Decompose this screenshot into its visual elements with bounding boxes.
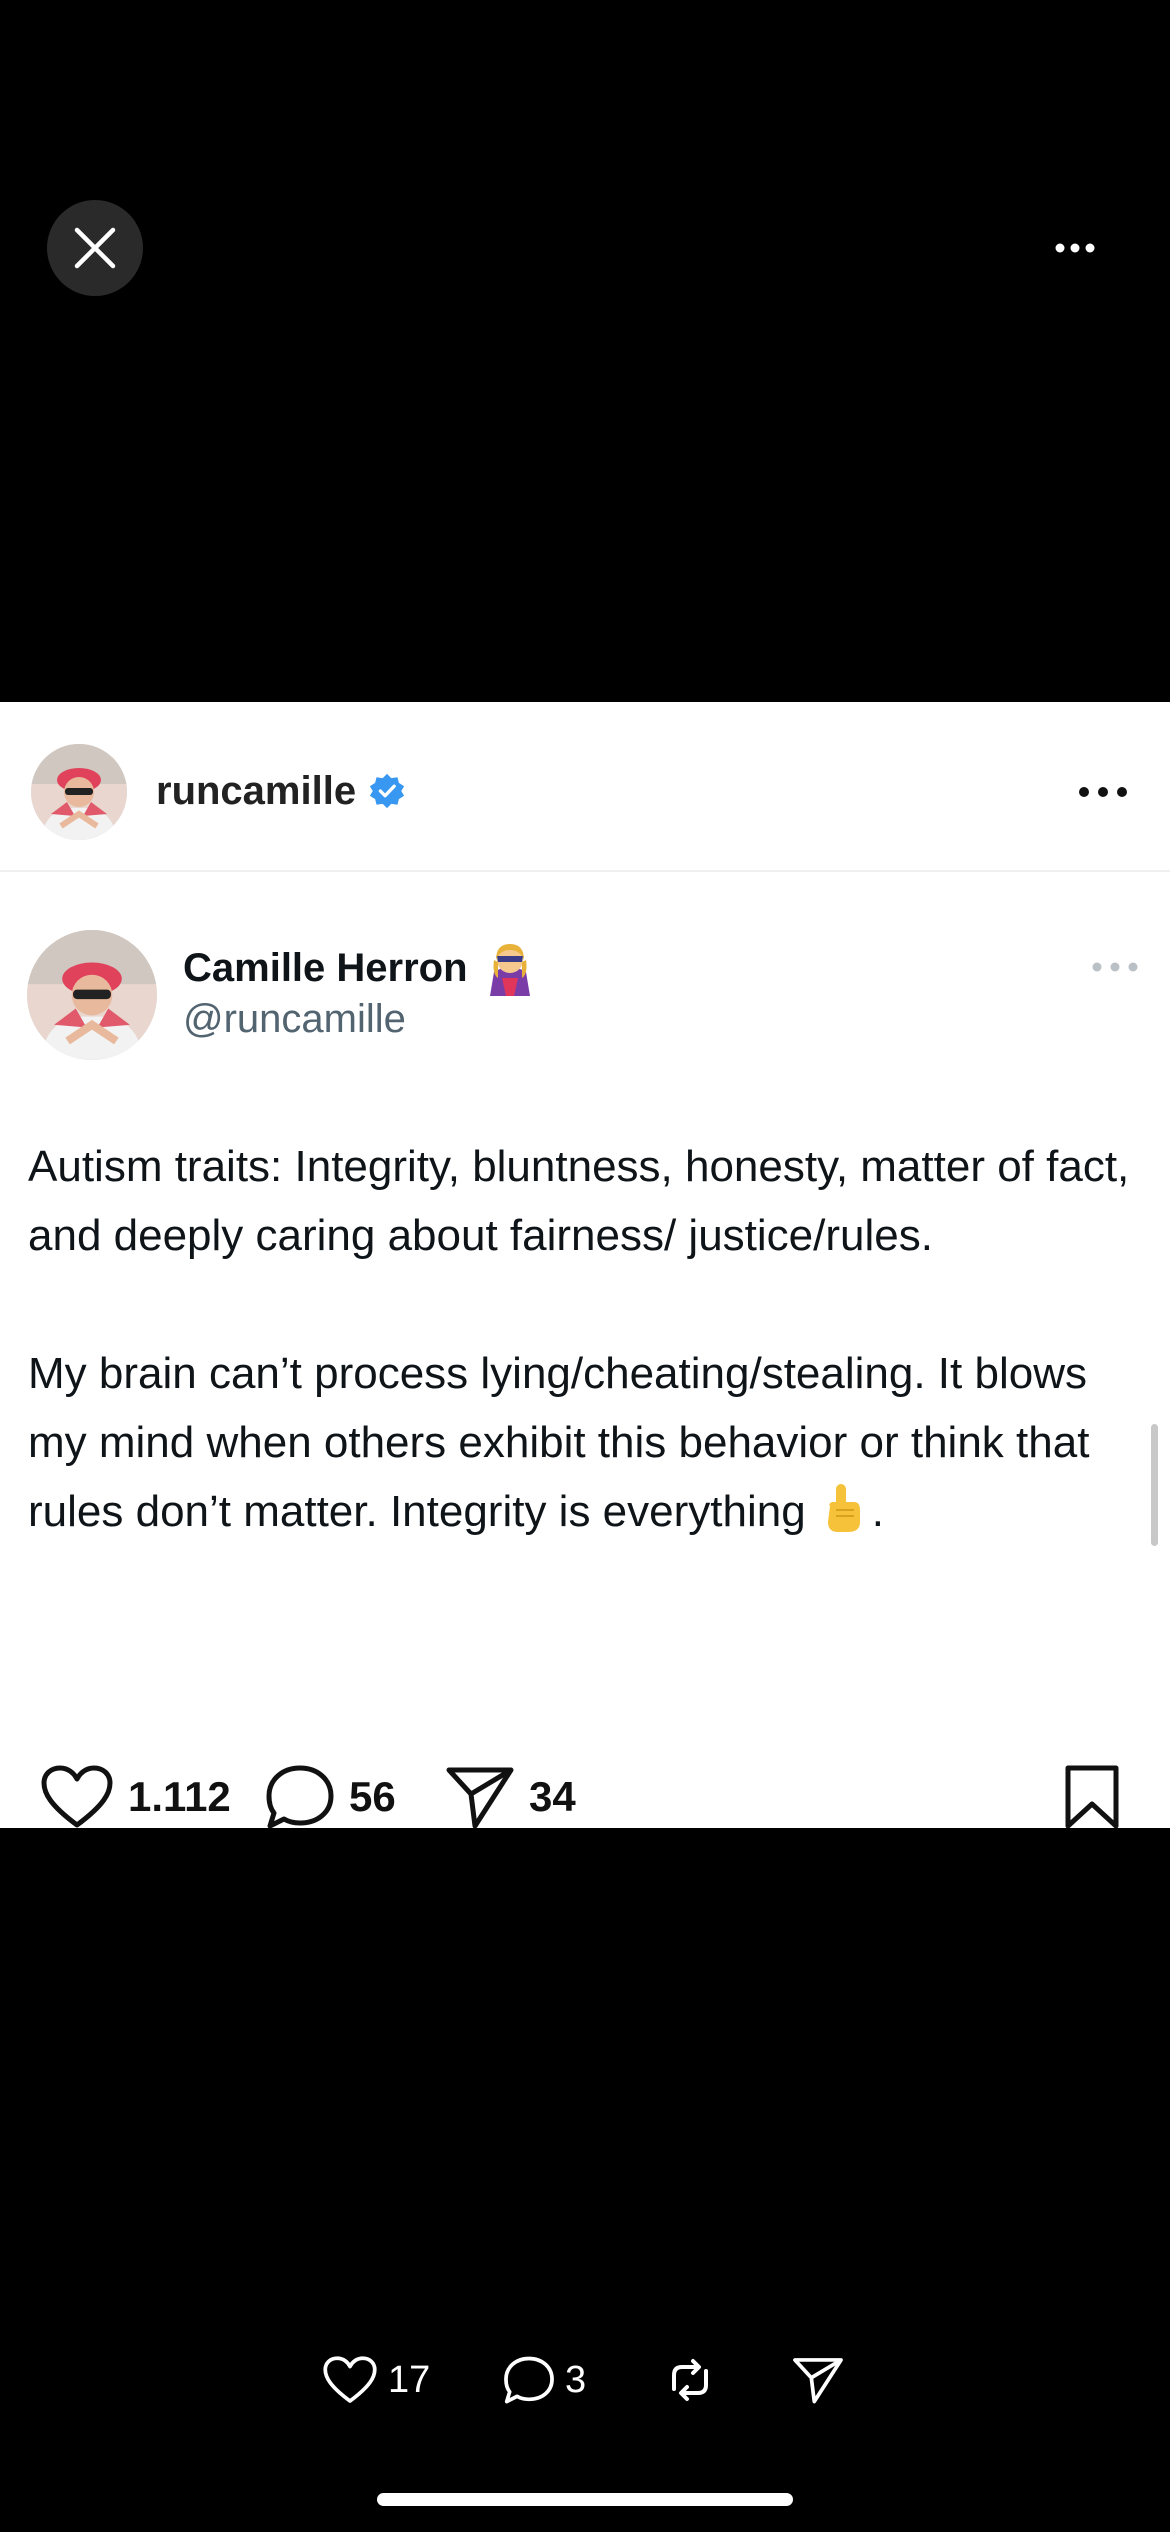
more-horizontal-icon	[1092, 962, 1138, 972]
close-icon	[74, 227, 116, 269]
display-name-text: Camille Herron	[183, 946, 468, 990]
tweet-display-name[interactable]: Camille Herron	[183, 938, 540, 998]
more-horizontal-icon	[1055, 243, 1095, 253]
send-icon	[446, 1767, 514, 1829]
comment-icon	[504, 2356, 554, 2404]
scrollbar[interactable]	[1151, 1424, 1158, 1546]
repost-icon	[672, 2359, 708, 2401]
like-count: 1.112	[128, 1773, 231, 1820]
post-card: runcamille Camille Herron @runcamille Au…	[0, 702, 1170, 1829]
send-icon	[793, 2358, 843, 2404]
viewer-like-button[interactable]: 17	[322, 2350, 430, 2410]
home-indicator[interactable]	[377, 2493, 793, 2506]
post-header: runcamille	[0, 702, 1170, 872]
close-button[interactable]	[47, 200, 143, 296]
tweet-more-button[interactable]	[1090, 952, 1140, 982]
avatar[interactable]	[31, 744, 127, 840]
verified-badge-icon	[368, 772, 406, 810]
viewer-like-count: 17	[388, 2358, 431, 2401]
tweet-text: Autism traits: Integrity, bluntness, hon…	[28, 1132, 1138, 1554]
username-text: runcamille	[156, 769, 357, 813]
more-horizontal-icon	[1079, 787, 1127, 797]
tweet-handle[interactable]: @runcamille	[183, 994, 406, 1044]
comment-button[interactable]: 56	[265, 1762, 396, 1832]
tweet-paragraph: My brain can’t process lying/cheating/st…	[28, 1339, 1138, 1554]
share-count: 34	[529, 1773, 576, 1820]
avatar-image	[31, 744, 127, 840]
tweet-paragraph-tail: .	[871, 1487, 884, 1536]
index-pointing-up-emoji-icon	[820, 1482, 866, 1554]
tweet-avatar[interactable]	[27, 930, 157, 1060]
heart-icon	[41, 1765, 113, 1828]
heart-icon	[323, 2356, 377, 2403]
comment-icon	[266, 1765, 334, 1829]
viewer-comment-button[interactable]: 3	[503, 2350, 586, 2410]
viewer-more-button[interactable]	[1035, 228, 1115, 268]
viewer-comment-count: 3	[565, 2358, 587, 2401]
share-button[interactable]: 34	[445, 1762, 576, 1832]
viewer-repost-button[interactable]	[664, 2350, 726, 2410]
tweet-paragraph-text: My brain can’t process lying/cheating/st…	[28, 1349, 1090, 1536]
comment-count: 56	[349, 1773, 396, 1820]
viewer-action-bar: 17 3	[0, 2350, 1170, 2410]
bookmark-button[interactable]	[1062, 1762, 1136, 1832]
avatar-image	[27, 930, 157, 1060]
tweet-paragraph: Autism traits: Integrity, bluntness, hon…	[28, 1142, 1130, 1260]
tweet-actions: 1.112 56 34	[0, 1762, 1170, 1832]
post-username[interactable]: runcamille	[156, 762, 406, 820]
viewer-share-button[interactable]	[792, 2350, 854, 2410]
bookmark-icon	[1065, 1765, 1119, 1829]
post-more-button[interactable]	[1068, 772, 1138, 812]
superhero-emoji-icon	[480, 938, 540, 998]
like-button[interactable]: 1.112	[40, 1762, 231, 1832]
